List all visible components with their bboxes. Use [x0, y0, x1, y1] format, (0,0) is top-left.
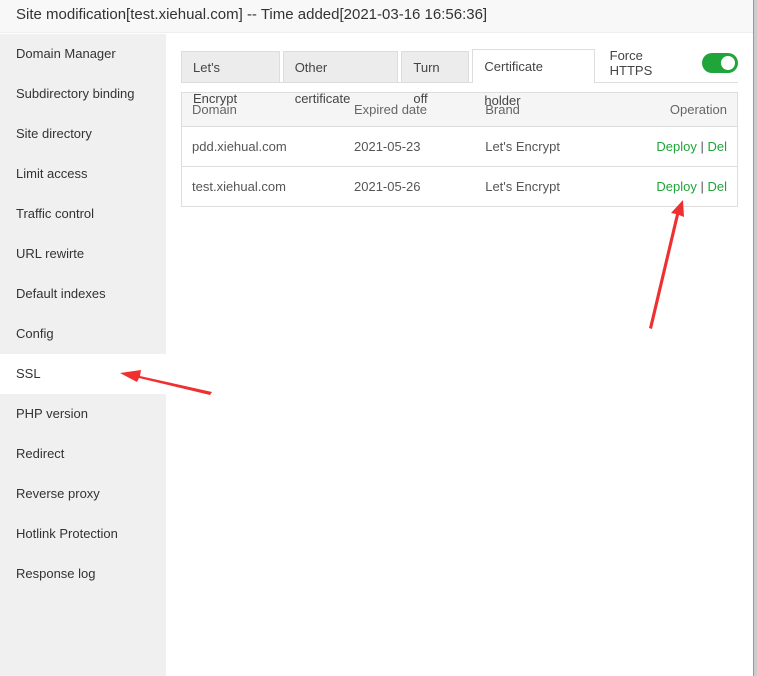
force-https: Force HTTPS — [610, 46, 738, 79]
sidebar-item-traffic-control[interactable]: Traffic control — [0, 194, 166, 234]
site-modification-dialog: Site modification[test.xiehual.com] -- T… — [0, 0, 754, 676]
header-operation: Operation — [608, 92, 738, 127]
sidebar-item-default-indexes[interactable]: Default indexes — [0, 274, 166, 314]
cell-domain: pdd.xiehual.com — [181, 126, 344, 167]
del-link[interactable]: Del — [707, 179, 727, 194]
cell-operation: Deploy | Del — [608, 166, 738, 207]
sidebar-item-hotlink-protection[interactable]: Hotlink Protection — [0, 514, 166, 554]
table-row: pdd.xiehual.com 2021-05-23 Let's Encrypt… — [181, 126, 738, 167]
cell-brand: Let's Encrypt — [475, 166, 609, 207]
ssl-tabs: Let's Encrypt Other certificate Turn off… — [181, 48, 738, 108]
tab-certificate-holder[interactable]: Certificate holder — [472, 49, 595, 108]
sidebar-item-reverse-proxy[interactable]: Reverse proxy — [0, 474, 166, 514]
header-expired-date: Expired date — [344, 92, 476, 127]
sidebar-item-subdirectory-binding[interactable]: Subdirectory binding — [0, 74, 166, 114]
sidebar: Domain Manager Subdirectory binding Site… — [0, 34, 166, 676]
separator: | — [700, 179, 704, 194]
certificate-table: Domain Expired date Brand Operation pdd.… — [181, 92, 738, 207]
cell-operation: Deploy | Del — [608, 126, 738, 167]
separator: | — [700, 139, 704, 154]
sidebar-item-url-rewrite[interactable]: URL rewirte — [0, 234, 166, 274]
sidebar-item-domain-manager[interactable]: Domain Manager — [0, 34, 166, 74]
sidebar-item-site-directory[interactable]: Site directory — [0, 114, 166, 154]
deploy-link[interactable]: Deploy — [656, 139, 696, 154]
tab-turn-off[interactable]: Turn off — [401, 51, 470, 106]
sidebar-item-limit-access[interactable]: Limit access — [0, 154, 166, 194]
dialog-title: Site modification[test.xiehual.com] -- T… — [0, 0, 753, 33]
force-https-toggle[interactable] — [702, 52, 738, 73]
force-https-label: Force HTTPS — [609, 47, 653, 78]
cell-domain: test.xiehual.com — [181, 166, 344, 207]
sidebar-item-ssl[interactable]: SSL — [0, 354, 166, 394]
table-row: test.xiehual.com 2021-05-26 Let's Encryp… — [181, 166, 738, 207]
table-header: Domain Expired date Brand Operation — [181, 92, 738, 127]
cell-expired: 2021-05-26 — [344, 166, 476, 207]
sidebar-item-redirect[interactable]: Redirect — [0, 434, 166, 474]
cell-brand: Let's Encrypt — [475, 126, 609, 167]
sidebar-item-config[interactable]: Config — [0, 314, 166, 354]
sidebar-item-response-log[interactable]: Response log — [0, 554, 166, 594]
tab-lets-encrypt[interactable]: Let's Encrypt — [181, 51, 280, 106]
deploy-link[interactable]: Deploy — [656, 179, 696, 194]
del-link[interactable]: Del — [707, 139, 727, 154]
ssl-panel: Let's Encrypt Other certificate Turn off… — [166, 34, 753, 676]
sidebar-item-php-version[interactable]: PHP version — [0, 394, 166, 434]
tab-other-certificate[interactable]: Other certificate — [282, 51, 399, 106]
cell-expired: 2021-05-23 — [344, 126, 476, 167]
